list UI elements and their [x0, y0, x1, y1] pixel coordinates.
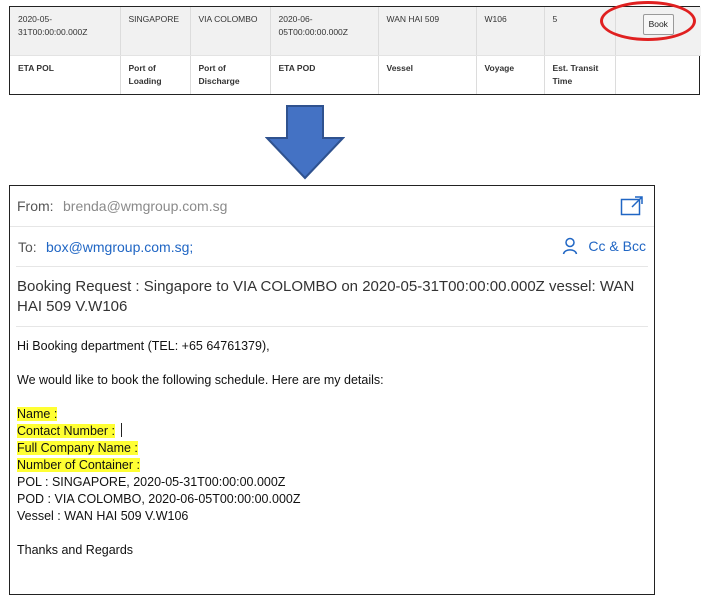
down-arrow-icon	[265, 105, 345, 180]
schedule-header-row: ETA POL Port of Loading Port of Discharg…	[10, 55, 701, 95]
from-row: From: brenda@wmgroup.com.sg	[10, 186, 654, 227]
voyage-value: W106	[476, 7, 545, 56]
to-address[interactable]: box@wmgroup.com.sg;	[46, 239, 193, 255]
port-of-loading-value: SINGAPORE	[120, 7, 191, 56]
header-port-of-loading: Port of Loading	[120, 55, 191, 94]
port-of-discharge-value: VIA COLOMBO	[190, 7, 271, 56]
subject-line[interactable]: Booking Request : Singapore to VIA COLOM…	[16, 267, 648, 327]
book-highlight-oval	[600, 1, 696, 41]
company-name-field-label: Full Company Name :	[17, 441, 138, 455]
email-compose-window: From: brenda@wmgroup.com.sg To: box@wmgr…	[9, 185, 655, 595]
intro-text: We would like to book the following sche…	[17, 373, 384, 387]
schedule-table: 2020-05-31T00:00:00.000Z SINGAPORE VIA C…	[9, 6, 701, 95]
schedule-row: 2020-05-31T00:00:00.000Z SINGAPORE VIA C…	[10, 7, 701, 56]
header-empty	[615, 56, 701, 95]
popout-icon[interactable]	[620, 195, 644, 217]
header-eta-pod: ETA POD	[270, 55, 379, 94]
to-label: To:	[18, 239, 37, 255]
from-address[interactable]: brenda@wmgroup.com.sg	[63, 198, 227, 214]
eta-pol-value: 2020-05-31T00:00:00.000Z	[10, 7, 121, 56]
header-eta-pol: ETA POL	[10, 55, 121, 94]
pod-detail: POD : VIA COLOMBO, 2020-06-05T00:00:00.0…	[17, 492, 301, 506]
vessel-value: WAN HAI 509	[378, 7, 477, 56]
email-body[interactable]: Hi Booking department (TEL: +65 64761379…	[17, 338, 648, 559]
cc-bcc-button[interactable]: Cc & Bcc	[588, 238, 646, 254]
eta-pod-value: 2020-06-05T00:00:00.000Z	[270, 7, 379, 56]
to-row: To: box@wmgroup.com.sg; Cc & Bcc	[16, 226, 648, 267]
text-cursor	[120, 423, 122, 437]
contact-number-field-label: Contact Number :	[17, 424, 115, 438]
from-label: From:	[17, 198, 54, 214]
header-transit-time: Est. Transit Time	[544, 55, 616, 94]
header-vessel: Vessel	[378, 55, 477, 94]
header-voyage: Voyage	[476, 55, 545, 94]
greeting-text: Hi Booking department (TEL: +65 64761379…	[17, 339, 270, 353]
vessel-detail: Vessel : WAN HAI 509 V.W106	[17, 509, 189, 523]
container-count-field-label: Number of Container :	[17, 458, 140, 472]
person-icon[interactable]	[562, 237, 578, 255]
closing-text: Thanks and Regards	[17, 543, 134, 557]
pol-detail: POL : SINGAPORE, 2020-05-31T00:00:00.000…	[17, 475, 286, 489]
name-field-label: Name :	[17, 407, 58, 421]
header-port-of-discharge: Port of Discharge	[190, 55, 271, 94]
